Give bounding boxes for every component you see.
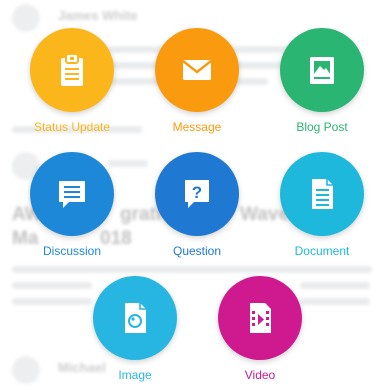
feed-text-line xyxy=(12,282,92,289)
blog-post-button[interactable] xyxy=(280,28,364,112)
feed-text-line xyxy=(108,160,148,167)
image-label: Image xyxy=(118,368,152,382)
avatar xyxy=(12,4,40,32)
discussion-button[interactable] xyxy=(30,152,114,236)
feed-author-name: James White xyxy=(58,8,138,23)
feed-post-title: grati xyxy=(120,204,162,225)
feed-text-line xyxy=(300,298,370,305)
svg-text:?: ? xyxy=(192,183,202,202)
feed-text-line xyxy=(12,266,372,273)
blog-post-label: Blog Post xyxy=(296,120,348,134)
clipboard-icon xyxy=(61,53,83,86)
question-bubble-icon: ? xyxy=(185,180,209,208)
document-label: Document xyxy=(294,244,350,258)
video-button[interactable] xyxy=(218,276,302,360)
film-icon xyxy=(250,303,271,333)
status-update-button[interactable] xyxy=(30,28,114,112)
envelope-icon xyxy=(182,60,212,80)
video-label: Video xyxy=(244,368,276,382)
status-update-label: Status Update xyxy=(33,120,111,134)
message-button[interactable] xyxy=(155,28,239,112)
picture-frame-icon xyxy=(310,57,334,84)
speech-bubble-icon xyxy=(59,181,85,208)
document-icon xyxy=(312,179,333,209)
question-label: Question xyxy=(172,244,222,258)
image-button[interactable] xyxy=(93,276,177,360)
message-label: Message xyxy=(172,120,222,134)
feed-text-line xyxy=(300,282,370,289)
discussion-label: Discussion xyxy=(42,244,102,258)
document-button[interactable] xyxy=(280,152,364,236)
image-file-icon xyxy=(125,303,146,333)
feed-text-line xyxy=(12,298,92,305)
question-button[interactable]: ? xyxy=(155,152,239,236)
avatar xyxy=(12,356,40,384)
